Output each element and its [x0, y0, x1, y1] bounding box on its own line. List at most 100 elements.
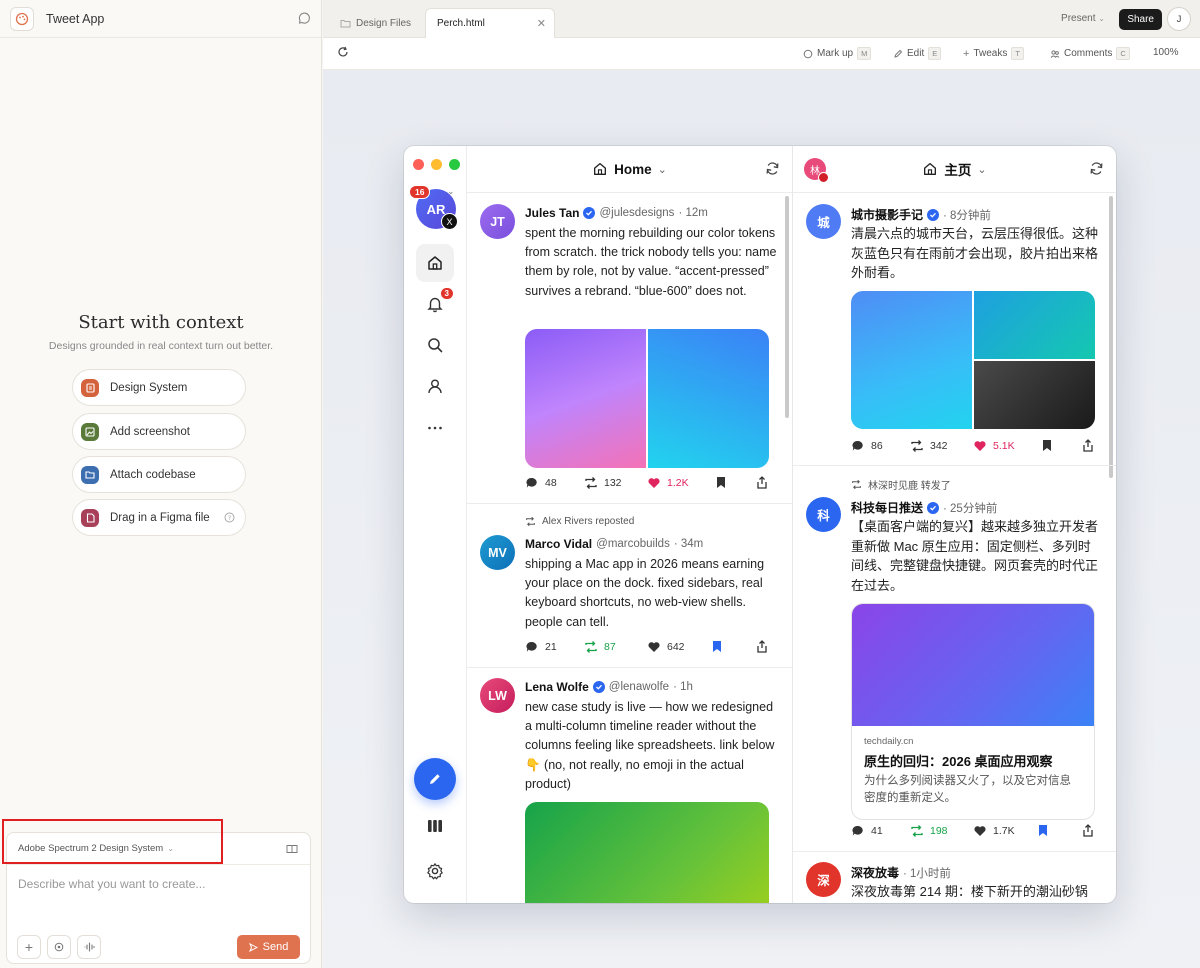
design-system-button[interactable]: Design System: [72, 369, 246, 406]
repost-by-label[interactable]: 林深时见鹿 转发了: [868, 477, 951, 492]
tweet-image-grid[interactable]: [851, 291, 1095, 429]
tweet-image-grid[interactable]: [525, 329, 769, 468]
help-icon[interactable]: ?: [224, 512, 235, 526]
avatar[interactable]: LW: [480, 678, 515, 713]
media-image[interactable]: [851, 291, 972, 429]
chevron-down-icon[interactable]: ⌄: [658, 163, 667, 176]
tab-design-files[interactable]: Design Files: [340, 8, 411, 38]
share-icon[interactable]: [1082, 439, 1094, 452]
settings-gear-icon[interactable]: [416, 852, 454, 890]
prompt-input[interactable]: Describe what you want to create...: [7, 865, 310, 903]
refresh-icon[interactable]: [765, 161, 780, 179]
author-handle[interactable]: @lenawolfe: [609, 681, 669, 693]
tweaks-button[interactable]: + Tweaks T: [963, 47, 1024, 60]
reload-icon[interactable]: [337, 46, 349, 58]
repost-button[interactable]: 132: [584, 476, 622, 490]
bookmark-icon[interactable]: [1041, 439, 1053, 452]
author-name[interactable]: Jules Tan: [525, 206, 579, 220]
repost-by-label[interactable]: Alex Rivers reposted: [542, 516, 634, 527]
home-icon[interactable]: [416, 244, 454, 282]
close-window-button[interactable]: [413, 159, 424, 170]
avatar[interactable]: MV: [480, 535, 515, 570]
tweet-card[interactable]: 城 城市摄影手记 · 8分钟前 清晨六点的城市天台，云层压得很低。这种灰蓝色只有…: [793, 194, 1116, 466]
share-icon[interactable]: [756, 640, 768, 653]
avatar[interactable]: 城: [806, 204, 841, 239]
share-button[interactable]: Share: [1119, 9, 1162, 30]
tweet-actions: 21 87 642: [525, 640, 771, 656]
send-button[interactable]: Send: [237, 935, 300, 959]
media-image[interactable]: [525, 802, 769, 903]
user-avatar[interactable]: J: [1167, 7, 1191, 31]
markup-button[interactable]: Mark up M: [803, 47, 872, 60]
add-icon[interactable]: +: [17, 935, 41, 959]
add-screenshot-button[interactable]: Add screenshot: [72, 413, 246, 450]
refresh-icon[interactable]: [1089, 161, 1104, 179]
columns-icon[interactable]: [416, 807, 454, 845]
repost-button[interactable]: 342: [910, 439, 948, 453]
repost-button[interactable]: 198: [910, 824, 948, 838]
bookmark-icon[interactable]: [715, 476, 727, 489]
target-icon[interactable]: [47, 935, 71, 959]
avatar[interactable]: 科: [806, 497, 841, 532]
bookmark-active-icon[interactable]: [1037, 824, 1049, 837]
author-handle[interactable]: @marcobuilds: [596, 538, 670, 550]
code-folder-icon: [81, 465, 99, 484]
author-name[interactable]: 城市摄影手记: [851, 206, 923, 223]
tab-perch-html[interactable]: Perch.html ✕: [425, 8, 555, 38]
link-title[interactable]: 原生的回归：2026 桌面应用观察: [864, 751, 1082, 770]
avatar[interactable]: 深: [806, 862, 841, 897]
reply-button[interactable]: 48: [525, 476, 557, 490]
zoom-level[interactable]: 100%: [1153, 47, 1179, 58]
media-image[interactable]: [525, 329, 646, 468]
figma-file-button[interactable]: Drag in a Figma file ?: [72, 499, 246, 536]
more-icon[interactable]: [416, 409, 454, 447]
bookmark-active-icon[interactable]: [711, 640, 723, 653]
author-handle[interactable]: @julesdesigns: [599, 207, 674, 219]
zoom-window-button[interactable]: [449, 159, 460, 170]
like-button[interactable]: 1.7K: [973, 824, 1015, 838]
tweet-card[interactable]: 深 深夜放毒 · 1小时前 深夜放毒第 214 期：楼下新开的潮汕砂锅: [793, 852, 1116, 903]
author-name[interactable]: 科技每日推送: [851, 499, 923, 516]
repost-button[interactable]: 87: [584, 640, 616, 654]
column-title[interactable]: Home: [614, 162, 652, 177]
share-icon[interactable]: [1082, 824, 1094, 837]
attach-codebase-button[interactable]: Attach codebase: [72, 456, 246, 493]
minimize-window-button[interactable]: [431, 159, 442, 170]
like-button[interactable]: 1.2K: [647, 476, 689, 490]
link-preview-card[interactable]: techdaily.cn 原生的回归：2026 桌面应用观察 为什么多列阅读器又…: [851, 603, 1095, 820]
share-icon[interactable]: [756, 476, 768, 489]
like-button[interactable]: 642: [647, 640, 685, 654]
profile-icon[interactable]: [416, 367, 454, 405]
chevron-down-icon[interactable]: ⌄: [977, 163, 986, 176]
tweet-card[interactable]: 林深时见鹿 转发了 科 科技每日推送 · 25分钟前 【桌面客户端的复兴】越来越…: [793, 466, 1116, 852]
media-image[interactable]: [974, 361, 1095, 429]
search-icon[interactable]: [416, 326, 454, 364]
tweet-card[interactable]: LW Lena Wolfe @lenawolfe · 1h new case s…: [467, 668, 792, 903]
present-button[interactable]: Present ⌄: [1061, 13, 1105, 24]
bell-icon[interactable]: 3: [416, 285, 454, 323]
tweet-card[interactable]: JT Jules Tan @julesdesigns · 12m spent t…: [467, 194, 792, 504]
book-icon[interactable]: [286, 844, 298, 857]
edit-button[interactable]: Edit E: [893, 47, 942, 60]
avatar[interactable]: JT: [480, 204, 515, 239]
comments-button[interactable]: Comments C: [1050, 47, 1130, 60]
author-name[interactable]: Lena Wolfe: [525, 680, 589, 694]
reply-button[interactable]: 21: [525, 640, 557, 654]
compose-button[interactable]: [414, 758, 456, 800]
voice-icon[interactable]: [77, 935, 101, 959]
media-image[interactable]: [648, 329, 769, 468]
link-preview-image[interactable]: [852, 604, 1094, 726]
tweet-card[interactable]: Alex Rivers reposted MV Marco Vidal @mar…: [467, 504, 792, 668]
chevron-down-icon[interactable]: ⌄: [447, 186, 455, 197]
close-tab-icon[interactable]: ✕: [537, 17, 546, 30]
palette-icon[interactable]: [10, 6, 34, 31]
author-name[interactable]: Marco Vidal: [525, 537, 592, 551]
author-name[interactable]: 深夜放毒: [851, 864, 899, 881]
like-button[interactable]: 5.1K: [973, 439, 1015, 453]
column-account-avatar[interactable]: 林: [804, 158, 829, 183]
reply-button[interactable]: 41: [851, 824, 883, 838]
column-title[interactable]: 主页: [944, 159, 971, 179]
chat-history-icon[interactable]: [297, 11, 311, 30]
media-image[interactable]: [974, 291, 1095, 359]
reply-button[interactable]: 86: [851, 439, 883, 453]
